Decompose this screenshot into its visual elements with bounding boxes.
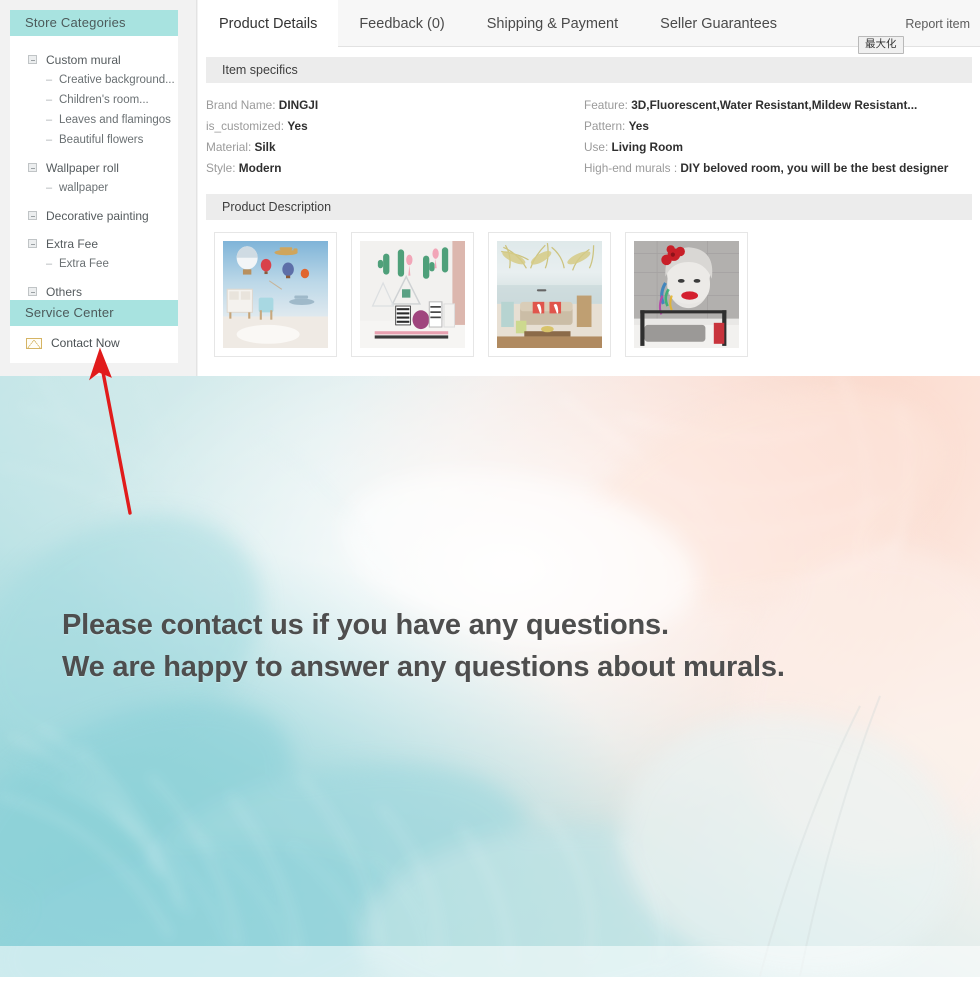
spec-row: Feature: 3D,Fluorescent,Water Resistant,…	[584, 95, 980, 116]
category-item-others[interactable]: Others	[10, 281, 178, 302]
category-item-label: Extra Fee	[46, 236, 99, 251]
category-item-label: Creative background...	[59, 74, 175, 86]
service-center-panel: Service Center Contact Now	[10, 300, 178, 363]
category-item-label: Decorative painting	[46, 208, 149, 223]
maximize-tooltip-badge: 最大化	[858, 36, 904, 54]
category-item-label: Extra Fee	[59, 258, 109, 270]
thumbnail-hot-air-balloons-kids-room-mural[interactable]	[214, 232, 337, 357]
category-item-decorative-painting[interactable]: Decorative painting	[10, 205, 178, 226]
spec-value: 3D,Fluorescent,Water Resistant,Mildew Re…	[631, 98, 918, 112]
main-content: Product Details Feedback (0) Shipping & Pa…	[198, 0, 980, 376]
product-thumbnail-gallery	[198, 220, 980, 357]
spec-key: Material:	[206, 140, 252, 154]
category-item-extra-fee[interactable]: – Extra Fee	[10, 254, 178, 274]
report-item-link[interactable]: Report item	[905, 17, 970, 31]
spec-value: Modern	[238, 161, 282, 175]
contact-now-item[interactable]: Contact Now	[10, 329, 178, 357]
thumbnail-image	[360, 241, 465, 348]
product-description-header: Product Description	[206, 194, 972, 220]
spec-value: Yes	[287, 119, 308, 133]
banner-headline: Please contact us if you have any questi…	[62, 604, 785, 688]
category-item-creative-background[interactable]: – Creative background...	[10, 70, 178, 90]
item-specifics-header: Item specifics	[206, 57, 972, 83]
spec-row: Style: Modern	[206, 158, 584, 179]
thumbnail-palm-leaves-seaside-living-room-mural[interactable]	[488, 232, 611, 357]
dash-icon: –	[46, 181, 53, 194]
spec-value: DIY beloved room, you will be the best d…	[680, 161, 949, 175]
page-root: Store Categories Custom mural – Creative b…	[0, 0, 980, 994]
category-item-custom-mural[interactable]: Custom mural	[10, 49, 178, 70]
thumbnail-image	[634, 241, 739, 348]
tab-seller-guarantees[interactable]: Seller Guarantees	[639, 0, 798, 47]
category-item-children-s-room[interactable]: – Children's room...	[10, 90, 178, 110]
category-item-label: Beautiful flowers	[59, 134, 144, 146]
category-item-label: Children's room...	[59, 94, 149, 106]
tab-product-details[interactable]: Product Details	[198, 0, 339, 48]
envelope-icon	[26, 337, 42, 349]
category-item-label: Leaves and flamingos	[59, 114, 171, 126]
spec-value: DINGJI	[278, 98, 319, 112]
spec-row: Material: Silk	[206, 137, 584, 158]
store-categories-panel: Store Categories Custom mural – Creative b…	[10, 10, 178, 312]
minus-box-icon	[28, 287, 37, 296]
spec-key: Use:	[584, 140, 609, 154]
spec-value: Silk	[254, 140, 276, 154]
category-item-label: Wallpaper roll	[46, 160, 119, 175]
spec-key: Style:	[206, 161, 236, 175]
spec-key: High-end murals :	[584, 161, 678, 175]
tab-feedback-0[interactable]: Feedback (0)	[338, 0, 465, 47]
category-item-extra-fee[interactable]: Extra Fee	[10, 233, 178, 254]
thumbnail-image	[497, 241, 602, 348]
spec-row: High-end murals : DIY beloved room, you …	[584, 158, 980, 179]
spec-key: is_customized:	[206, 119, 285, 133]
category-item-label: Others	[46, 284, 83, 299]
item-specifics-right-column: Feature: 3D,Fluorescent,Water Resistant,…	[584, 95, 980, 179]
minus-box-icon	[28, 55, 37, 64]
category-item-beautiful-flowers[interactable]: – Beautiful flowers	[10, 130, 178, 150]
dash-icon: –	[46, 93, 53, 106]
category-item-wallpaper[interactable]: – wallpaper	[10, 178, 178, 198]
spec-row: Brand Name: DINGJI	[206, 95, 584, 116]
item-specifics-left-column: Brand Name: DINGJI is_customized: Yes Mate…	[206, 95, 584, 179]
dash-icon: –	[46, 73, 53, 86]
store-categories-title: Store Categories	[10, 10, 178, 36]
minus-box-icon	[28, 211, 37, 220]
thumbnail-image	[223, 241, 328, 348]
spec-key: Feature:	[584, 98, 628, 112]
contact-now-label: Contact Now	[51, 336, 120, 350]
spec-key: Brand Name:	[206, 98, 276, 112]
category-item-label: wallpaper	[59, 182, 109, 194]
banner-headline-line1: Please contact us if you have any questi…	[62, 609, 669, 641]
category-item-wallpaper-roll[interactable]: Wallpaper roll	[10, 157, 178, 178]
dash-icon: –	[46, 133, 53, 146]
dash-icon: –	[46, 257, 53, 270]
thumbnail-marilyn-monroe-graffiti-mural[interactable]	[625, 232, 748, 357]
spec-row: Pattern: Yes	[584, 116, 980, 137]
category-list: Custom mural – Creative background... – Chil…	[10, 36, 178, 312]
dash-icon: –	[46, 113, 53, 126]
spec-key: Pattern:	[584, 119, 626, 133]
item-specifics-grid: Brand Name: DINGJI is_customized: Yes Mate…	[198, 83, 980, 183]
service-center-title: Service Center	[10, 300, 178, 326]
minus-box-icon	[28, 163, 37, 172]
minus-box-icon	[28, 239, 37, 248]
thumbnail-cactus-flamingo-geometric-mural[interactable]	[351, 232, 474, 357]
category-item-leaves-and-flamingos[interactable]: – Leaves and flamingos	[10, 110, 178, 130]
category-item-label: Custom mural	[46, 52, 121, 67]
spec-row: Use: Living Room	[584, 137, 980, 158]
contact-banner: Please contact us if you have any questi…	[0, 376, 980, 977]
spec-row: is_customized: Yes	[206, 116, 584, 137]
tab-shipping-payment[interactable]: Shipping & Payment	[466, 0, 639, 47]
banner-headline-line2: We are happy to answer any questions abo…	[62, 651, 785, 683]
spec-value: Yes	[628, 119, 649, 133]
top-region: Store Categories Custom mural – Creative b…	[0, 0, 980, 376]
sidebar: Store Categories Custom mural – Creative b…	[0, 0, 197, 376]
spec-value: Living Room	[611, 140, 683, 154]
